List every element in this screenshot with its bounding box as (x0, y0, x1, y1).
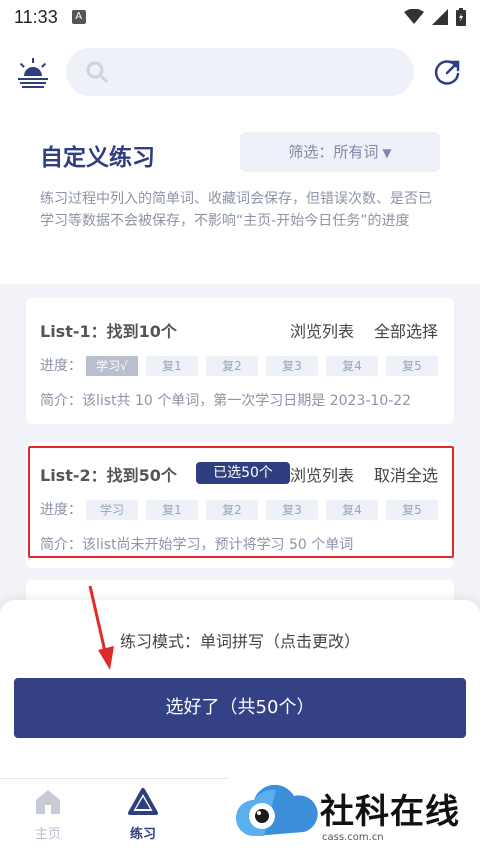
page-description: 练习过程中列入的简单词、收藏词会保存，但错误次数、是否已学习等数据不会被保存，不… (40, 191, 432, 229)
annotation-arrow-icon (88, 585, 114, 670)
caret-down-icon: ▼ (382, 146, 392, 160)
progress-row: 进度： 学习√ 复1 复2 复3 复4 复5 (40, 356, 444, 376)
watermark-url: cass.com.cn (322, 832, 384, 843)
refresh-icon[interactable] (432, 58, 462, 88)
card-header: List-2：找到50个 已选50个 浏览列表 取消全选 (40, 462, 444, 486)
selected-count-badge: 已选50个 (196, 462, 290, 484)
cloud-logo-icon (236, 784, 318, 836)
progress-stage: 复4 (326, 356, 378, 376)
sunrise-icon[interactable] (16, 58, 50, 88)
list-card: List-2：找到50个 已选50个 浏览列表 取消全选 进度： 学习 复1 复… (26, 442, 454, 568)
filter-label: 筛选：所有词 (288, 143, 379, 161)
signal-icon (432, 9, 448, 25)
progress-stage: 复5 (386, 500, 438, 520)
progress-stage: 学习√ (86, 356, 138, 376)
progress-stage: 复3 (266, 356, 318, 376)
tab-practice[interactable]: 练习 (108, 787, 178, 842)
progress-stage: 学习 (86, 500, 138, 520)
browse-list-button[interactable]: 浏览列表 (290, 318, 354, 342)
progress-stage: 复1 (146, 356, 198, 376)
search-icon (86, 61, 108, 83)
header (0, 34, 480, 114)
status-icons (404, 8, 466, 26)
bottom-sheet: 练习模式：单词拼写（点击更改） 选好了（共50个） (0, 600, 480, 778)
progress-label: 进度： (40, 358, 82, 374)
status-bar: 11:33 A (0, 0, 480, 34)
battery-icon (456, 8, 466, 26)
list-card: List-1：找到10个 浏览列表 全部选择 进度： 学习√ 复1 复2 复3 … (26, 298, 454, 424)
confirm-button[interactable]: 选好了（共50个） (14, 678, 466, 738)
select-all-button[interactable]: 全部选择 (374, 318, 438, 342)
title-row: 自定义练习 筛选：所有词 ▼ (0, 126, 480, 186)
card-header: List-1：找到10个 浏览列表 全部选择 (40, 318, 444, 342)
progress-stage: 复3 (266, 500, 318, 520)
progress-stage: 复4 (326, 500, 378, 520)
page-title: 自定义练习 (40, 145, 155, 171)
progress-label: 进度： (40, 502, 82, 518)
search-input[interactable] (118, 48, 398, 96)
practice-icon (128, 788, 158, 815)
list-summary: 简介：该list尚未开始学习，预计将学习 50 个单词 (40, 537, 354, 553)
status-time: 11:33 (14, 6, 58, 27)
watermark-text: 社科在线 (320, 792, 460, 832)
progress-stage: 复2 (206, 356, 258, 376)
tab-label: 练习 (129, 827, 156, 842)
deselect-all-button[interactable]: 取消全选 (374, 462, 438, 486)
notification-icon: A (71, 10, 86, 24)
browse-list-button[interactable]: 浏览列表 (290, 462, 354, 486)
home-icon (36, 790, 60, 814)
filter-dropdown[interactable]: 筛选：所有词 ▼ (240, 132, 440, 172)
tab-home[interactable]: 主页 (13, 787, 83, 842)
progress-row: 进度： 学习 复1 复2 复3 复4 复5 (40, 500, 444, 520)
tab-label: 主页 (34, 827, 61, 842)
progress-stage: 复1 (146, 500, 198, 520)
progress-stage: 复2 (206, 500, 258, 520)
wifi-icon (404, 9, 424, 24)
list-name: List-1：找到10个 (40, 322, 177, 341)
search-box[interactable] (66, 48, 414, 96)
list-name: List-2：找到50个 (40, 466, 177, 485)
list-summary: 简介：该list共 10 个单词，第一次学习日期是 2023-10-22 (40, 393, 412, 409)
watermark: 社科在线 cass.com.cn (228, 776, 480, 852)
progress-stage: 复5 (386, 356, 438, 376)
practice-mode-selector[interactable]: 练习模式：单词拼写（点击更改） (0, 628, 480, 652)
